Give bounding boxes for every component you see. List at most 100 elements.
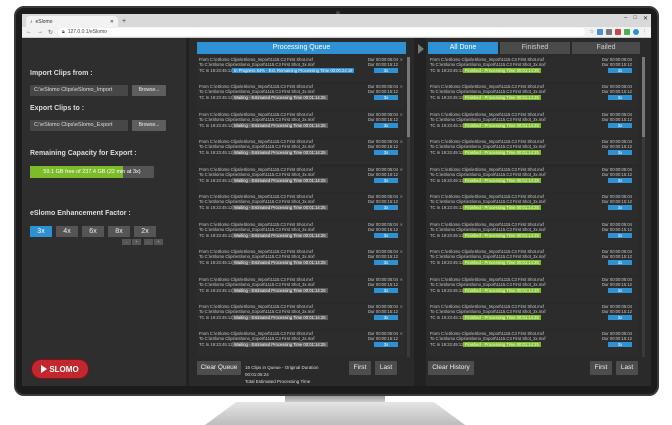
profile-avatar[interactable]	[633, 29, 639, 35]
timecode: TC In 19:23:45:12	[430, 95, 464, 101]
list-item[interactable]: From C:\eSlomo Clips\eSlomo_Import\1115.…	[428, 331, 638, 357]
output-duration: Dur 00:00:15:12	[601, 308, 632, 314]
increase-button[interactable]: +	[132, 239, 141, 245]
list-item[interactable]: From C:\eSlomo Clips\eSlomo_Import\1115.…	[428, 57, 638, 82]
list-item[interactable]: From C:\eSlomo Clips\eSlomo_Import\1115.…	[428, 84, 638, 110]
list-item[interactable]: From C:\eSlomo Clips\eSlomo_Import\1115.…	[197, 139, 404, 165]
remove-icon[interactable]: ✕	[400, 331, 403, 336]
list-item[interactable]: From C:\eSlomo Clips\eSlomo_Import\1115.…	[197, 194, 404, 220]
maximize-icon[interactable]: □	[633, 15, 637, 22]
remove-icon[interactable]: ✕	[400, 304, 403, 309]
queue-scroll-thumb[interactable]	[407, 57, 410, 137]
multiplier-badge: 3x	[374, 95, 398, 101]
timecode: TC In 19:23:45:12	[199, 287, 233, 293]
remove-icon[interactable]: ✕	[400, 112, 403, 117]
factor-button-8x[interactable]: 8x	[108, 226, 130, 237]
list-item[interactable]: From C:\eSlomo Clips\eSlomo_Import\1115.…	[197, 166, 404, 192]
settings-panel: Import Clips from : C:\eSlomo Clips\eSlo…	[22, 38, 186, 386]
forward-icon[interactable]: →	[37, 29, 43, 35]
status-badge: Waiting - Estimated Processing Time 00:0…	[232, 260, 328, 266]
history-scrollbar[interactable]	[642, 57, 645, 357]
list-item[interactable]: From C:\eSlomo Clips\eSlomo_Import\1115.…	[197, 276, 404, 302]
remove-icon[interactable]: ✕	[400, 139, 403, 144]
history-last-button[interactable]: Last	[616, 361, 638, 375]
list-item[interactable]: From C:\eSlomo Clips\eSlomo_Import\1115.…	[428, 139, 638, 165]
remove-icon[interactable]: ✕	[400, 277, 403, 282]
output-duration: Dur 00:00:15:12	[601, 171, 632, 177]
import-browse-button[interactable]: Browse...	[132, 85, 166, 96]
tab-all-done[interactable]: All Done	[428, 42, 498, 54]
remove-icon[interactable]: ✕	[400, 194, 403, 199]
decrease-button[interactable]: -	[144, 239, 153, 245]
list-item[interactable]: From C:\eSlomo Clips\eSlomo_Import\1115.…	[428, 166, 638, 192]
list-item[interactable]: From C:\eSlomo Clips\eSlomo_Import\1115.…	[428, 249, 638, 275]
play-icon	[41, 365, 48, 373]
list-item[interactable]: From C:\eSlomo Clips\eSlomo_Import\1115.…	[428, 221, 638, 247]
multiplier-badge: 3x	[608, 260, 632, 266]
decrease-button[interactable]: -	[122, 239, 131, 245]
status-badge: Waiting - Estimated Processing Time 00:0…	[232, 150, 328, 156]
list-item[interactable]: From C:\eSlomo Clips\eSlomo_Import\1115.…	[197, 331, 404, 357]
queue-scrollbar[interactable]	[407, 57, 410, 357]
factor-button-2x[interactable]: 2x	[134, 226, 156, 237]
new-tab-icon[interactable]: +	[122, 18, 126, 25]
multiplier-badge: 3x	[608, 232, 632, 238]
factor-button-4x[interactable]: 4x	[56, 226, 78, 237]
timecode: TC In 19:23:45:12	[430, 68, 464, 73]
history-first-button[interactable]: First	[590, 361, 612, 375]
url-field[interactable]: 🔒︎ 127.0.0.1/eSlomo	[58, 28, 585, 36]
export-label: Export Clips to :	[30, 105, 85, 112]
clear-queue-button[interactable]: Clear Queue	[197, 361, 241, 375]
close-window-icon[interactable]: ✕	[643, 15, 648, 22]
list-item[interactable]: From C:\eSlomo Clips\eSlomo_Import\1115.…	[197, 111, 404, 137]
list-item[interactable]: From C:\eSlomo Clips\eSlomo_Import\1115.…	[197, 57, 404, 82]
reload-icon[interactable]: ↻	[48, 29, 53, 36]
remove-icon[interactable]: ✕	[400, 249, 403, 254]
timecode: TC In 19:23:45:12	[430, 314, 464, 320]
list-item[interactable]: From C:\eSlomo Clips\eSlomo_Import\1115.…	[197, 303, 404, 329]
browser-tab[interactable]: ♪ eSlomo ✕	[26, 16, 118, 27]
list-item[interactable]: From C:\eSlomo Clips\eSlomo_Import\1115.…	[428, 111, 638, 137]
clear-history-button[interactable]: Clear History	[428, 361, 474, 375]
list-item[interactable]: From C:\eSlomo Clips\eSlomo_Import\1115.…	[197, 249, 404, 275]
queue-first-button[interactable]: First	[349, 361, 371, 375]
menu-icon[interactable]: ⋮	[642, 29, 647, 35]
queue-last-button[interactable]: Last	[375, 361, 397, 375]
extension-icon[interactable]	[597, 29, 603, 35]
list-item[interactable]: From C:\eSlomo Clips\eSlomo_Import\1115.…	[428, 194, 638, 220]
remove-icon[interactable]: ✕	[400, 84, 403, 89]
minimize-icon[interactable]: –	[624, 15, 627, 22]
factor-button-6x[interactable]: 6x	[82, 226, 104, 237]
extension-icon[interactable]	[615, 29, 621, 35]
queue-summary: 16 Clips in Queue - Original Duration 00…	[245, 364, 331, 384]
destination-path: To C:\eSlomo Clips\eSlomo_Export\1115.C3…	[430, 89, 546, 95]
remove-icon[interactable]: ✕	[400, 167, 403, 172]
output-duration: Dur 00:00:15:12	[367, 281, 398, 287]
star-icon[interactable]: ☆	[590, 29, 594, 35]
factor-button-3x[interactable]: 3x	[30, 226, 52, 237]
timecode: TC In 19:23:45:12	[199, 232, 233, 238]
extension-icon[interactable]	[606, 29, 612, 35]
status-badge: Finished - Processing Time 00:01:14:25	[463, 232, 541, 238]
remove-icon[interactable]: ✕	[400, 222, 403, 227]
processing-queue-panel: Processing Queue From C:\eSlomo Clips\eS…	[189, 38, 414, 386]
list-item[interactable]: From C:\eSlomo Clips\eSlomo_Import\1115.…	[197, 84, 404, 110]
list-item[interactable]: From C:\eSlomo Clips\eSlomo_Import\1115.…	[197, 221, 404, 247]
tab-close-icon[interactable]: ✕	[110, 19, 114, 25]
history-scroll-thumb[interactable]	[642, 57, 645, 137]
import-path-field[interactable]: C:\eSlomo Clips\eSlomo_Import	[30, 85, 128, 96]
list-item[interactable]: From C:\eSlomo Clips\eSlomo_Import\1115.…	[428, 303, 638, 329]
remove-icon[interactable]: ✕	[400, 57, 403, 62]
tab-failed[interactable]: Failed	[572, 42, 640, 54]
extension-icon[interactable]	[624, 29, 630, 35]
export-path-field[interactable]: C:\eSlomo Clips\eSlomo_Export	[30, 120, 128, 131]
output-duration: Dur 00:00:15:12	[601, 144, 632, 150]
back-icon[interactable]: ←	[26, 29, 32, 35]
destination-path: To C:\eSlomo Clips\eSlomo_Export\1115.C3…	[430, 199, 546, 205]
window-controls: – □ ✕	[624, 15, 648, 22]
destination-path: To C:\eSlomo Clips\eSlomo_Export\1115.C3…	[199, 281, 315, 287]
increase-button[interactable]: +	[154, 239, 163, 245]
list-item[interactable]: From C:\eSlomo Clips\eSlomo_Import\1115.…	[428, 276, 638, 302]
export-browse-button[interactable]: Browse...	[132, 120, 166, 131]
tab-finished[interactable]: Finished	[500, 42, 570, 54]
